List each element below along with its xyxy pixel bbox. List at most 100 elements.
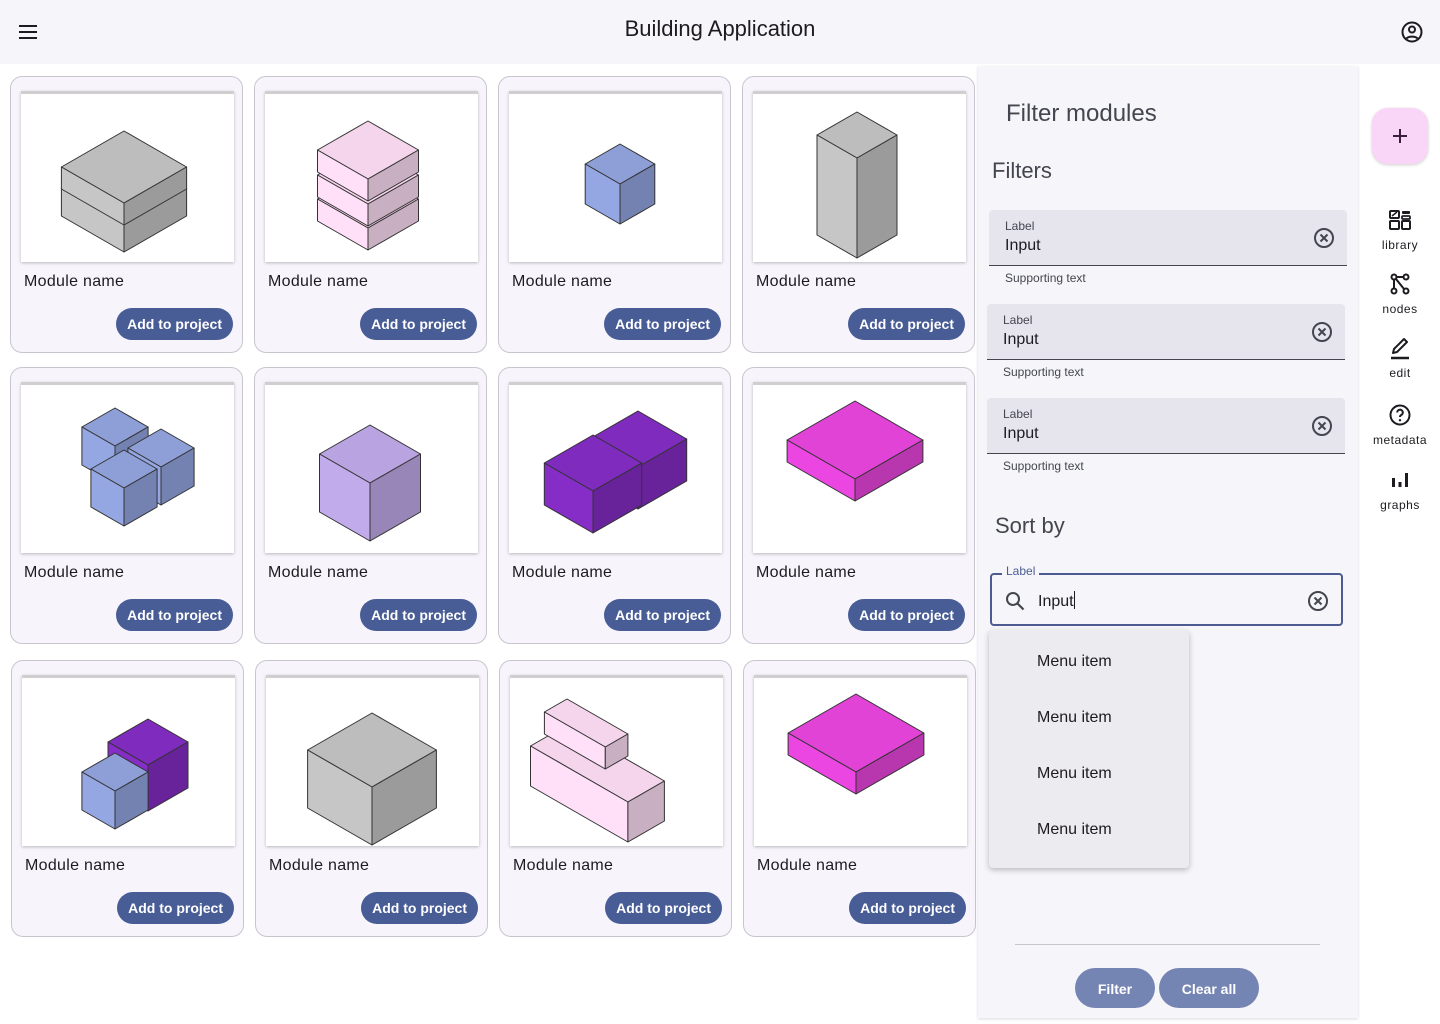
clear-all-button[interactable]: Clear all	[1159, 968, 1259, 1008]
supporting-text: Supporting text	[1003, 459, 1084, 473]
module-image	[266, 675, 479, 846]
dropdown-menu: Menu item Menu item Menu item Menu item	[989, 630, 1189, 868]
add-to-project-button[interactable]: Add to project	[117, 892, 234, 924]
module-card: Module name Add to project	[742, 367, 975, 644]
rail-item-metadata[interactable]: metadata	[1360, 403, 1440, 459]
menu-item[interactable]: Menu item	[989, 635, 1189, 691]
module-name: Module name	[757, 857, 858, 874]
module-3d-illustration	[786, 400, 924, 502]
module-image	[510, 675, 723, 846]
navigation-rail: library nodes edit metadata graphs	[1360, 64, 1440, 1024]
module-image	[265, 382, 478, 553]
add-to-project-button[interactable]: Add to project	[116, 599, 233, 631]
field-label: Label	[1003, 407, 1033, 421]
supporting-text: Supporting text	[1005, 271, 1086, 285]
top-app-bar: Building Application	[0, 0, 1440, 64]
module-name: Module name	[24, 564, 125, 581]
clear-icon[interactable]	[1311, 321, 1333, 343]
clear-icon[interactable]	[1311, 415, 1333, 437]
add-fab[interactable]	[1372, 108, 1428, 164]
rail-item-library[interactable]: library	[1360, 208, 1440, 264]
sort-input[interactable]: Input	[1038, 591, 1075, 611]
module-image	[753, 382, 966, 553]
module-3d-illustration	[787, 693, 925, 795]
module-name: Module name	[269, 857, 370, 874]
sort-field-label: Label	[1002, 564, 1040, 578]
module-card: Module name Add to project	[254, 76, 487, 353]
rail-label: metadata	[1372, 433, 1428, 447]
module-3d-illustration	[543, 410, 688, 534]
search-icon	[1006, 592, 1025, 611]
divider	[1015, 944, 1320, 945]
add-to-project-button[interactable]: Add to project	[848, 599, 965, 631]
filters-heading: Filters	[992, 158, 1052, 183]
add-to-project-button[interactable]: Add to project	[116, 308, 233, 340]
module-3d-illustration	[317, 120, 419, 251]
module-image	[22, 675, 235, 846]
add-to-project-button[interactable]: Add to project	[604, 599, 721, 631]
module-card: Module name Add to project	[742, 76, 975, 353]
module-card: Module name Add to project	[499, 660, 732, 937]
module-image	[21, 382, 234, 553]
filter-field[interactable]: Label Input	[987, 304, 1345, 360]
filter-button[interactable]: Filter	[1075, 968, 1155, 1008]
module-3d-illustration	[81, 718, 189, 830]
add-to-project-button[interactable]: Add to project	[848, 308, 965, 340]
module-3d-illustration	[319, 424, 421, 542]
bar-chart-icon	[1392, 473, 1408, 487]
module-name: Module name	[512, 273, 613, 290]
module-card: Module name Add to project	[498, 76, 731, 353]
add-icon	[1393, 129, 1407, 143]
rail-label: edit	[1389, 366, 1411, 380]
account-circle-icon[interactable]	[1396, 16, 1428, 48]
module-card: Module name Add to project	[254, 367, 487, 644]
menu-item-label: Menu item	[1037, 821, 1112, 838]
field-value: Input	[1003, 331, 1039, 348]
rail-label: graphs	[1380, 498, 1420, 512]
module-card: Module name Add to project	[10, 367, 243, 644]
module-name: Module name	[756, 564, 857, 581]
filter-field[interactable]: Label Input	[989, 210, 1347, 266]
module-card: Module name Add to project	[743, 660, 976, 937]
sort-input-text: Input	[1038, 593, 1074, 610]
module-grid: Module name Add to project Module name A…	[0, 64, 978, 1024]
sort-search-field[interactable]: Input	[990, 573, 1343, 626]
rail-item-edit[interactable]: edit	[1360, 336, 1440, 392]
rail-item-graphs[interactable]: graphs	[1360, 468, 1440, 524]
field-value: Input	[1005, 237, 1041, 254]
nodes-icon	[1390, 273, 1410, 295]
filter-field[interactable]: Label Input	[987, 398, 1345, 454]
menu-item-label: Menu item	[1037, 765, 1112, 782]
menu-item[interactable]: Menu item	[989, 747, 1189, 803]
module-name: Module name	[25, 857, 126, 874]
menu-item[interactable]: Menu item	[989, 803, 1189, 859]
module-image	[265, 91, 478, 262]
module-image	[509, 91, 722, 262]
menu-item-label: Menu item	[1037, 653, 1112, 670]
module-card: Module name Add to project	[11, 660, 244, 937]
edit-icon	[1391, 338, 1409, 360]
module-name: Module name	[512, 564, 613, 581]
menu-item[interactable]: Menu item	[989, 691, 1189, 747]
add-to-project-button[interactable]: Add to project	[360, 308, 477, 340]
add-to-project-button[interactable]: Add to project	[360, 599, 477, 631]
add-to-project-button[interactable]: Add to project	[605, 892, 722, 924]
rail-item-nodes[interactable]: nodes	[1360, 272, 1440, 328]
filter-panel: Filter modules Filters Label Input Suppo…	[978, 66, 1358, 1018]
add-to-project-button[interactable]: Add to project	[361, 892, 478, 924]
module-3d-illustration	[60, 130, 188, 253]
add-to-project-button[interactable]: Add to project	[604, 308, 721, 340]
rail-label: nodes	[1382, 302, 1418, 316]
clear-icon[interactable]	[1307, 590, 1329, 612]
module-3d-illustration	[584, 143, 656, 225]
add-to-project-button[interactable]: Add to project	[849, 892, 966, 924]
module-name: Module name	[756, 273, 857, 290]
clear-icon[interactable]	[1313, 227, 1335, 249]
module-card: Module name Add to project	[255, 660, 488, 937]
field-value: Input	[1003, 425, 1039, 442]
module-name: Module name	[268, 273, 369, 290]
sort-heading: Sort by	[995, 513, 1065, 538]
supporting-text: Supporting text	[1003, 365, 1084, 379]
menu-item-label: Menu item	[1037, 709, 1112, 726]
panel-title: Filter modules	[1006, 100, 1157, 127]
